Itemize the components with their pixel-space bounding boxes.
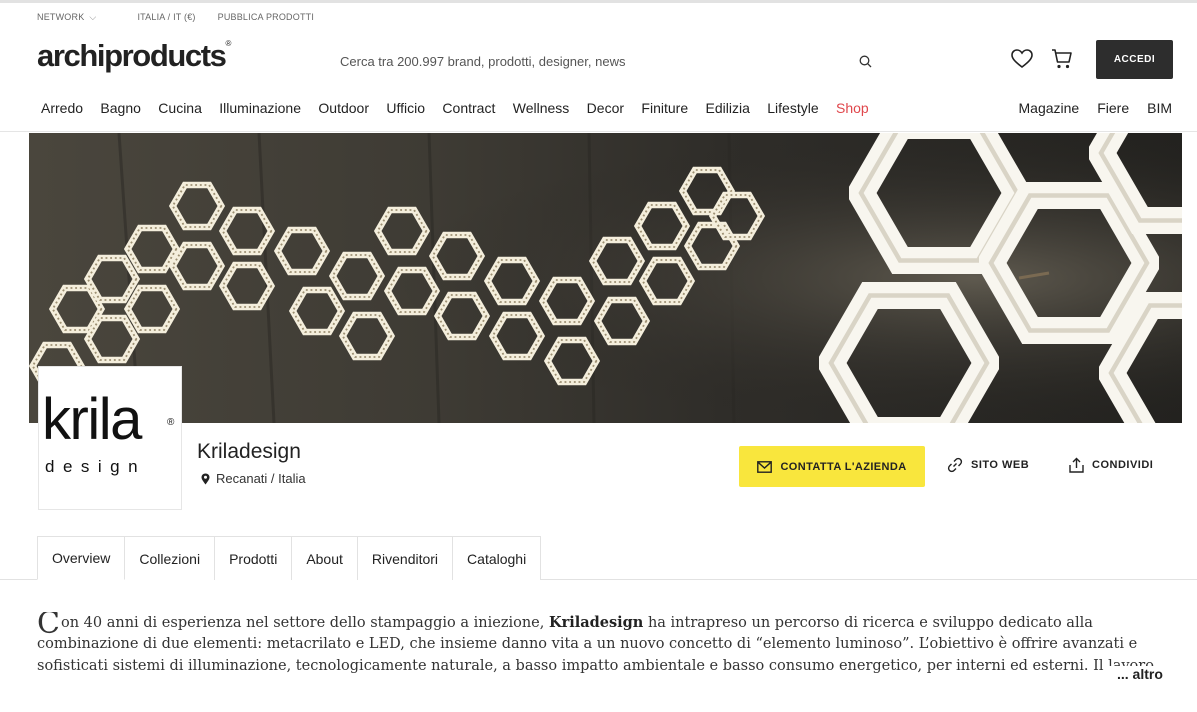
registered-mark: ®: [225, 39, 232, 48]
search-input[interactable]: [340, 53, 851, 69]
nav-item-bim[interactable]: BIM: [1147, 100, 1172, 116]
share-icon: [1069, 457, 1084, 473]
map-pin-icon: [201, 473, 210, 484]
brand-name: Kriladesign: [197, 440, 301, 463]
brand-logo-sub: design: [45, 457, 147, 476]
brand-location-text: Recanati / Italia: [216, 471, 306, 486]
nav-item-arredo[interactable]: Arredo: [41, 100, 83, 116]
network-menu[interactable]: NETWORK ⌵: [37, 12, 96, 23]
nav-item-cucina[interactable]: Cucina: [158, 100, 202, 116]
brand-logo-registered: ®: [167, 417, 175, 428]
read-more-link[interactable]: ... altro: [1107, 666, 1163, 682]
site-logo-text: archiproducts: [37, 38, 227, 73]
nav-item-finiture[interactable]: Finiture: [641, 100, 688, 116]
search-bar: [327, 44, 879, 78]
tab-collezioni[interactable]: Collezioni: [125, 536, 216, 580]
cover-image: [29, 133, 1182, 423]
description-dropcap: C: [37, 612, 60, 641]
tab-prodotti[interactable]: Prodotti: [215, 536, 293, 580]
heart-icon[interactable]: [1010, 46, 1034, 72]
cart-icon[interactable]: [1050, 46, 1074, 72]
tab-cataloghi[interactable]: Cataloghi: [453, 536, 542, 580]
login-button[interactable]: ACCEDI: [1096, 40, 1173, 79]
nav-item-lifestyle[interactable]: Lifestyle: [767, 100, 818, 116]
secondary-nav: Magazine Fiere BIM: [1019, 100, 1173, 116]
utility-bar: NETWORK ⌵ ITALIA / IT (€) PUBBLICA PRODOT…: [37, 11, 314, 23]
hexagon-lamp-photo: [29, 133, 1182, 423]
tab-about[interactable]: About: [292, 536, 358, 580]
tab-rivenditori[interactable]: Rivenditori: [357, 536, 454, 580]
nav-item-outdoor[interactable]: Outdoor: [318, 100, 369, 116]
country-label: ITALIA / IT (€): [137, 12, 196, 22]
nav-item-fiere[interactable]: Fiere: [1097, 100, 1129, 116]
link-icon: [947, 457, 963, 473]
country-selector[interactable]: ITALIA / IT (€): [118, 12, 195, 22]
company-description: Con 40 anni di esperienza nel settore de…: [37, 612, 1172, 678]
nav-item-shop[interactable]: Shop: [836, 100, 869, 116]
company-tabs: Overview Collezioni Prodotti About Riven…: [37, 536, 542, 580]
brand-location: Recanati / Italia: [201, 471, 306, 486]
search-icon[interactable]: [851, 47, 879, 75]
brand-logo: krila ® design: [38, 366, 182, 510]
contact-company-button[interactable]: CONTATTA L'AZIENDA: [739, 446, 925, 487]
nav-item-bagno[interactable]: Bagno: [100, 100, 140, 116]
share-label: CONDIVIDI: [1092, 459, 1154, 471]
share-button[interactable]: CONDIVIDI: [1069, 457, 1153, 473]
chevron-down-icon: ⌵: [89, 11, 97, 22]
flag-italy-icon: [118, 13, 132, 22]
nav-item-wellness[interactable]: Wellness: [513, 100, 570, 116]
nav-divider: [0, 131, 1197, 132]
top-border: [0, 0, 1197, 3]
website-label: SITO WEB: [971, 459, 1030, 471]
brand-logo-main: krila: [42, 387, 142, 452]
description-text-1: on 40 anni di esperienza nel settore del…: [60, 615, 549, 631]
nav-item-magazine[interactable]: Magazine: [1019, 100, 1080, 116]
publish-products-link[interactable]: PUBBLICA PRODOTTI: [218, 12, 314, 22]
mail-icon: [757, 460, 773, 473]
website-button[interactable]: SITO WEB: [947, 457, 1029, 473]
nav-item-contract[interactable]: Contract: [442, 100, 495, 116]
contact-company-label: CONTATTA L'AZIENDA: [780, 460, 907, 473]
main-nav: Arredo Bagno Cucina Illuminazione Outdoo…: [41, 100, 869, 116]
tab-overview[interactable]: Overview: [37, 536, 126, 580]
network-label: NETWORK: [37, 12, 85, 22]
nav-item-edilizia[interactable]: Edilizia: [706, 100, 750, 116]
nav-item-illuminazione[interactable]: Illuminazione: [219, 100, 301, 116]
description-brand: Kriladesign: [548, 614, 644, 631]
site-logo[interactable]: archiproducts®: [37, 38, 232, 73]
nav-item-ufficio[interactable]: Ufficio: [386, 100, 425, 116]
nav-item-decor[interactable]: Decor: [587, 100, 624, 116]
